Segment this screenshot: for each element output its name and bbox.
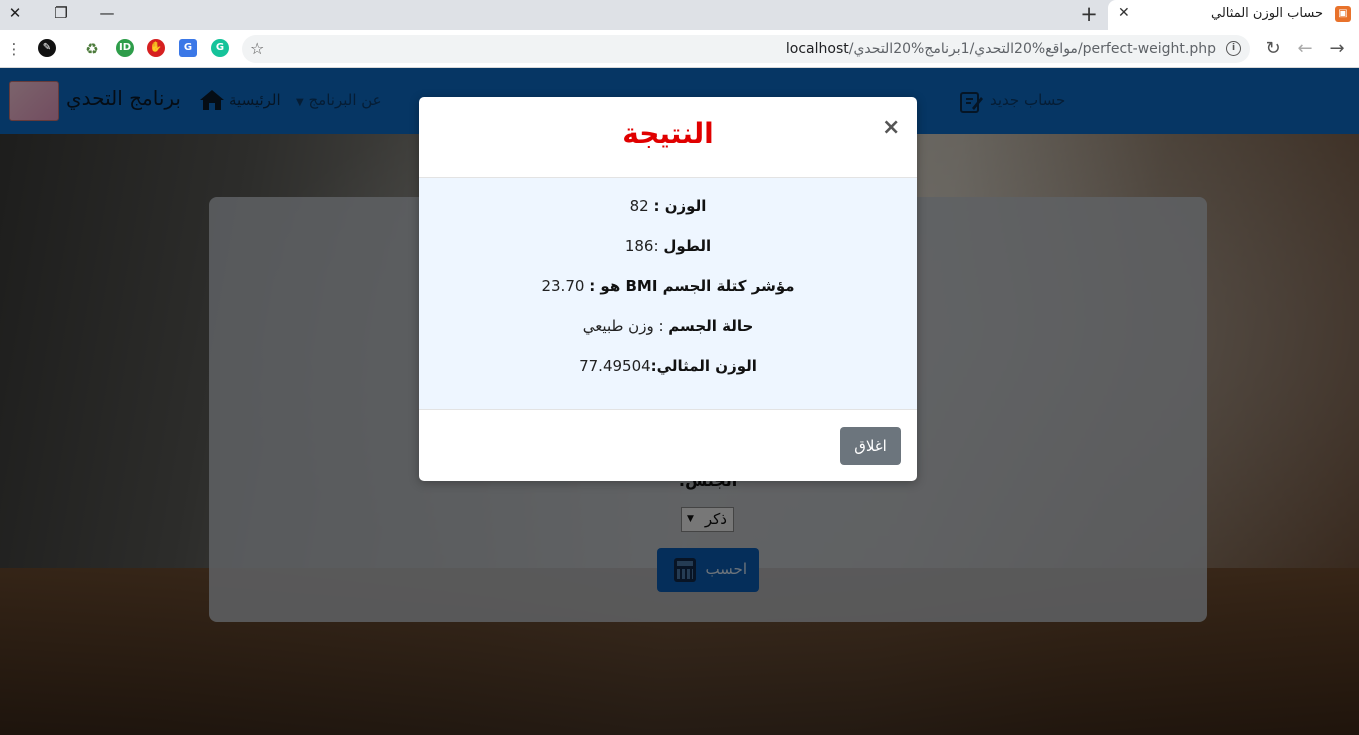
back-arrow-icon[interactable]: ← xyxy=(1295,39,1315,59)
window-close-icon[interactable]: ✕ xyxy=(3,3,27,23)
new-tab-icon[interactable]: + xyxy=(1077,3,1101,25)
window-minimize-icon[interactable]: — xyxy=(95,3,119,23)
close-button[interactable]: اغلاق xyxy=(840,427,901,465)
browser-tab[interactable]: ✕ حساب الوزن المثالي ▣ xyxy=(1108,0,1359,30)
bmi-label: مؤشر كتلة الجسم BMI هو : xyxy=(589,277,795,295)
modal-title: النتيجة xyxy=(622,117,714,150)
status-value: : وزن طبيعي xyxy=(582,317,664,335)
reload-icon[interactable]: ↻ xyxy=(1263,39,1283,59)
status-label: حالة الجسم xyxy=(668,317,754,335)
ideal-weight-value: 77.49504 xyxy=(579,357,651,375)
site-info-icon[interactable]: i xyxy=(1226,41,1241,56)
height-value: :186 xyxy=(624,237,659,255)
url-host: localhost xyxy=(785,41,849,57)
result-modal: النتيجة × الوزن : 82 الطول :186 مؤشر كتل… xyxy=(419,97,917,481)
bmi-value: 23.70 xyxy=(541,277,585,295)
extension-adblock-icon[interactable]: ✋ xyxy=(147,39,165,57)
browser-toolbar: ⋮ ✎ ♻ ID ✋ G G ☆ localhost/مواقع%20التحد… xyxy=(0,30,1359,68)
modal-footer: اغلاق xyxy=(419,410,917,481)
height-label: الطول xyxy=(663,237,712,255)
tab-title: حساب الوزن المثالي xyxy=(1211,6,1323,21)
extension-idm-icon[interactable]: ID xyxy=(116,39,134,57)
url-path: /مواقع%20التحدي/1برنامج%20التحدي/perfect… xyxy=(848,41,1216,57)
weight-row: الوزن : 82 xyxy=(419,197,917,215)
bmi-row: مؤشر كتلة الجسم BMI هو : 23.70 xyxy=(419,277,917,295)
weight-label: الوزن : xyxy=(653,197,707,215)
site-favicon-icon: ▣ xyxy=(1335,6,1351,22)
modal-header: النتيجة × xyxy=(419,97,917,178)
modal-body: الوزن : 82 الطول :186 مؤشر كتلة الجسم BM… xyxy=(419,178,917,410)
height-row: الطول :186 xyxy=(419,237,917,255)
modal-close-icon[interactable]: × xyxy=(882,115,900,140)
weight-value: 82 xyxy=(629,197,649,215)
extension-recycle-icon[interactable]: ♻ xyxy=(82,39,102,59)
extension-pen-icon[interactable]: ✎ xyxy=(38,39,56,57)
ideal-weight-label: الوزن المثالي: xyxy=(650,357,757,375)
extension-grammarly-icon[interactable]: G xyxy=(211,39,229,57)
bookmark-star-icon[interactable]: ☆ xyxy=(250,39,264,58)
browser-menu-icon[interactable]: ⋮ xyxy=(4,39,24,59)
extension-translate-icon[interactable]: G xyxy=(179,39,197,57)
url-text: localhost/مواقع%20التحدي/1برنامج%20التحد… xyxy=(786,41,1216,57)
browser-tab-strip: ✕ ❐ — + ✕ حساب الوزن المثالي ▣ xyxy=(0,0,1359,30)
tab-close-icon[interactable]: ✕ xyxy=(1118,5,1130,21)
status-row: حالة الجسم : وزن طبيعي xyxy=(419,317,917,335)
address-bar[interactable]: ☆ localhost/مواقع%20التحدي/1برنامج%20الت… xyxy=(242,35,1250,63)
window-restore-icon[interactable]: ❐ xyxy=(49,3,73,23)
ideal-weight-row: الوزن المثالي:77.49504 xyxy=(419,357,917,375)
forward-arrow-icon[interactable]: → xyxy=(1327,39,1347,59)
